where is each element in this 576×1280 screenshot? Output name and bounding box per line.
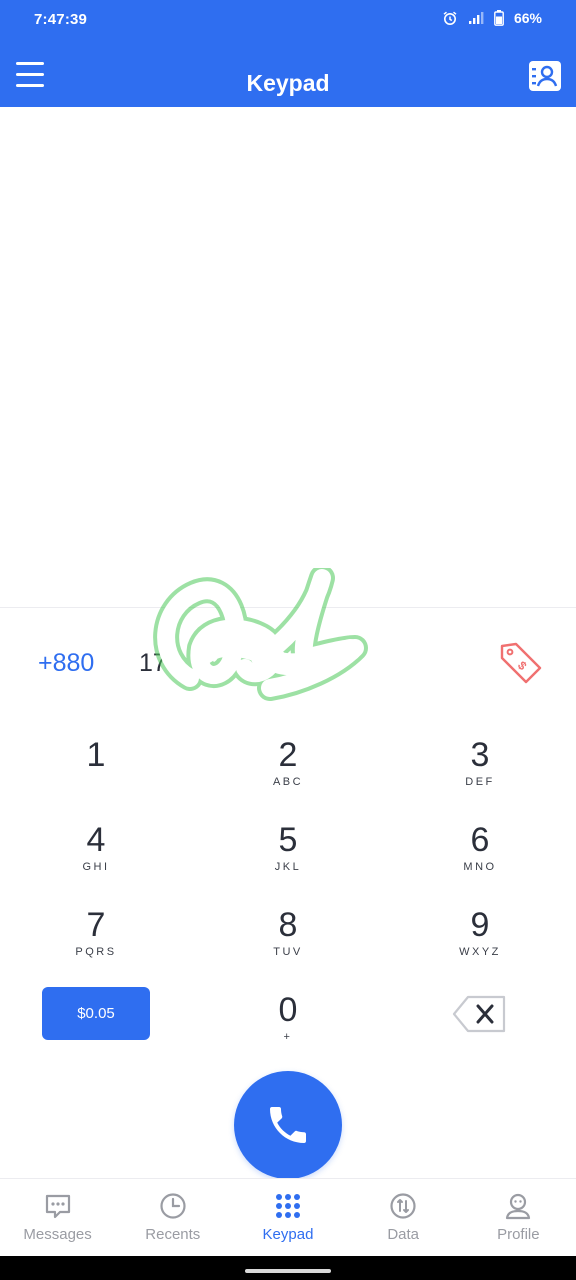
key-5[interactable]: 5 JKL — [228, 817, 348, 887]
home-indicator[interactable] — [245, 1269, 331, 1273]
key-2[interactable]: 2 ABC — [228, 732, 348, 802]
system-navigation-bar — [0, 1256, 576, 1280]
call-button[interactable] — [234, 1071, 342, 1179]
backspace-icon — [452, 995, 506, 1033]
key-9[interactable]: 9 WXYZ — [420, 902, 540, 972]
nav-profile[interactable]: Profile — [461, 1179, 576, 1257]
nav-keypad[interactable]: Keypad — [230, 1179, 345, 1257]
key-6[interactable]: 6 MNO — [420, 817, 540, 887]
alarm-icon — [442, 10, 458, 26]
backspace-button[interactable] — [452, 994, 508, 1034]
battery-percent: 66% — [513, 10, 542, 26]
phone-number-field[interactable]: 17 — [139, 649, 167, 678]
app-header: 7:47:39 66% Keypad — [0, 0, 576, 107]
key-4[interactable]: 4 GHI — [36, 817, 156, 887]
menu-icon — [16, 62, 44, 65]
key-8[interactable]: 8 TUV — [228, 902, 348, 972]
keypad-grid-icon — [275, 1194, 300, 1218]
status-icons: 66% — [442, 10, 542, 26]
key-1[interactable]: 1 — [36, 732, 156, 802]
bottom-navigation: Messages Recents Keypad Data Profile — [0, 1178, 576, 1256]
clock-icon — [160, 1193, 186, 1219]
nav-messages[interactable]: Messages — [0, 1179, 115, 1257]
rate-button[interactable]: $ — [498, 640, 544, 684]
key-0[interactable]: 0 + — [228, 987, 348, 1057]
number-display: +880 17 — [0, 640, 576, 688]
signal-icon — [468, 11, 484, 25]
profile-icon — [506, 1193, 531, 1220]
phone-icon — [270, 1107, 306, 1143]
divider — [0, 607, 576, 608]
svg-text:$: $ — [515, 658, 530, 673]
nav-recents[interactable]: Recents — [115, 1179, 230, 1257]
page-title: Keypad — [246, 70, 330, 96]
price-tag-icon: $ — [500, 642, 542, 684]
messages-icon — [45, 1194, 70, 1219]
key-3[interactable]: 3 DEF — [420, 732, 540, 802]
status-time: 7:47:39 — [34, 11, 88, 28]
contacts-icon — [529, 61, 561, 91]
country-code-selector[interactable]: +880 — [38, 649, 94, 678]
data-icon — [390, 1193, 416, 1219]
nav-data[interactable]: Data — [346, 1179, 461, 1257]
key-7[interactable]: 7 PQRS — [36, 902, 156, 972]
battery-icon — [494, 10, 504, 26]
call-rate-button[interactable]: $0.05 — [42, 987, 150, 1040]
contacts-button[interactable] — [528, 60, 562, 92]
